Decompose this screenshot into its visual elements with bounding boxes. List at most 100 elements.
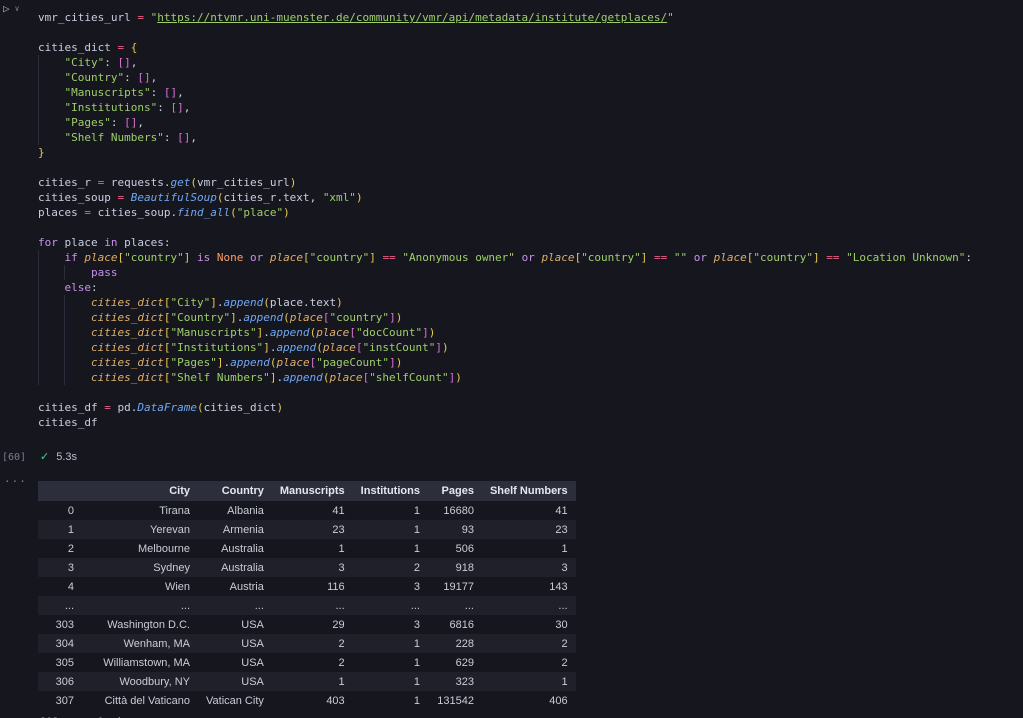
indent-guide <box>38 130 39 145</box>
table-cell: Australia <box>198 558 272 577</box>
table-cell: Tirana <box>82 501 198 520</box>
code-line <box>38 160 972 175</box>
indent-guide <box>64 325 65 340</box>
indent-guide <box>38 340 39 355</box>
indent-guide <box>64 370 65 385</box>
table-cell: Yerevan <box>82 520 198 539</box>
table-cell: 918 <box>428 558 482 577</box>
code-line: cities_r = requests.get(vmr_cities_url) <box>38 175 972 190</box>
code-line: vmr_cities_url = "https://ntvmr.uni-muen… <box>38 10 972 25</box>
table-cell: ... <box>353 596 428 615</box>
table-cell: 1 <box>353 672 428 691</box>
code-line: cities_dict["Pages"].append(place["pageC… <box>38 355 972 370</box>
table-cell: 6816 <box>428 615 482 634</box>
chevron-down-icon[interactable]: ∨ <box>15 4 20 13</box>
table-cell: Armenia <box>198 520 272 539</box>
code-line: places = cities_soup.find_all("place") <box>38 205 972 220</box>
table-cell: 19177 <box>428 577 482 596</box>
table-cell: 29 <box>272 615 353 634</box>
table-cell: USA <box>198 615 272 634</box>
column-header: Manuscripts <box>272 481 353 501</box>
table-cell: Melbourne <box>82 539 198 558</box>
table-row: 1YerevanArmenia2319323 <box>38 520 576 539</box>
table-cell: Sydney <box>82 558 198 577</box>
table-cell: 228 <box>428 634 482 653</box>
code-line: "Shelf Numbers": [], <box>38 130 972 145</box>
table-cell: 16680 <box>428 501 482 520</box>
output-overflow-icon: ... <box>4 472 27 485</box>
code-line <box>38 385 972 400</box>
code-line: "Pages": [], <box>38 115 972 130</box>
code-line: if place["country"] is None or place["co… <box>38 250 972 265</box>
table-cell: 1 <box>353 634 428 653</box>
table-cell: 23 <box>482 520 576 539</box>
code-editor[interactable]: vmr_cities_url = "https://ntvmr.uni-muen… <box>38 10 972 430</box>
indent-guide <box>64 265 65 280</box>
table-cell: 1 <box>353 501 428 520</box>
indent-guide <box>38 370 39 385</box>
code-line: "Institutions": [], <box>38 100 972 115</box>
table-cell: 93 <box>428 520 482 539</box>
table-cell: USA <box>198 672 272 691</box>
table-row: 3SydneyAustralia329183 <box>38 558 576 577</box>
row-index: 304 <box>38 634 82 653</box>
cell-output: CityCountryManuscriptsInstitutionsPagesS… <box>38 481 576 718</box>
success-check-icon: ✓ <box>40 450 49 463</box>
code-line: cities_dict["Shelf Numbers"].append(plac… <box>38 370 972 385</box>
cell-toolbar: ▷ ∨ <box>3 2 19 15</box>
table-cell: Williamstown, MA <box>82 653 198 672</box>
run-cell-icon[interactable]: ▷ <box>3 2 10 15</box>
table-row: 305Williamstown, MAUSA216292 <box>38 653 576 672</box>
indent-guide <box>38 310 39 325</box>
code-line <box>38 25 972 40</box>
table-cell: 3 <box>353 577 428 596</box>
indent-guide <box>64 340 65 355</box>
code-line: for place in places: <box>38 235 972 250</box>
code-line <box>38 220 972 235</box>
indent-guide <box>38 100 39 115</box>
indent-guide <box>38 70 39 85</box>
code-line: } <box>38 145 972 160</box>
table-cell: 3 <box>482 558 576 577</box>
table-cell: 1 <box>353 539 428 558</box>
row-index: 2 <box>38 539 82 558</box>
table-cell: ... <box>82 596 198 615</box>
dataframe-table: CityCountryManuscriptsInstitutionsPagesS… <box>38 481 576 710</box>
table-cell: 2 <box>482 634 576 653</box>
execution-time: 5.3s <box>56 451 77 463</box>
table-cell: 2 <box>272 634 353 653</box>
code-line: "City": [], <box>38 55 972 70</box>
table-cell: 3 <box>272 558 353 577</box>
row-index: 303 <box>38 615 82 634</box>
table-cell: 2 <box>482 653 576 672</box>
table-cell: Australia <box>198 539 272 558</box>
column-header: Institutions <box>353 481 428 501</box>
table-row: 2MelbourneAustralia115061 <box>38 539 576 558</box>
column-header <box>38 481 82 501</box>
table-cell: 1 <box>482 672 576 691</box>
column-header: City <box>82 481 198 501</box>
code-line: cities_dict["Country"].append(place["cou… <box>38 310 972 325</box>
code-line: cities_dict["Manuscripts"].append(place[… <box>38 325 972 340</box>
table-cell: 23 <box>272 520 353 539</box>
table-cell: 131542 <box>428 691 482 710</box>
indent-guide <box>38 115 39 130</box>
indent-guide <box>38 295 39 310</box>
table-cell: ... <box>198 596 272 615</box>
row-index: 3 <box>38 558 82 577</box>
indent-guide <box>64 310 65 325</box>
execution-status: ✓ 5.3s <box>40 450 77 463</box>
table-cell: USA <box>198 653 272 672</box>
indent-guide <box>38 325 39 340</box>
notebook-cell: ▷ ∨ vmr_cities_url = "https://ntvmr.uni-… <box>0 0 1023 718</box>
code-line: else: <box>38 280 972 295</box>
table-cell: 1 <box>272 539 353 558</box>
row-index: 1 <box>38 520 82 539</box>
table-cell: 2 <box>353 558 428 577</box>
indent-guide <box>38 355 39 370</box>
table-cell: Albania <box>198 501 272 520</box>
table-cell: 406 <box>482 691 576 710</box>
code-line: cities_dict = { <box>38 40 972 55</box>
table-cell: Austria <box>198 577 272 596</box>
code-line: pass <box>38 265 972 280</box>
